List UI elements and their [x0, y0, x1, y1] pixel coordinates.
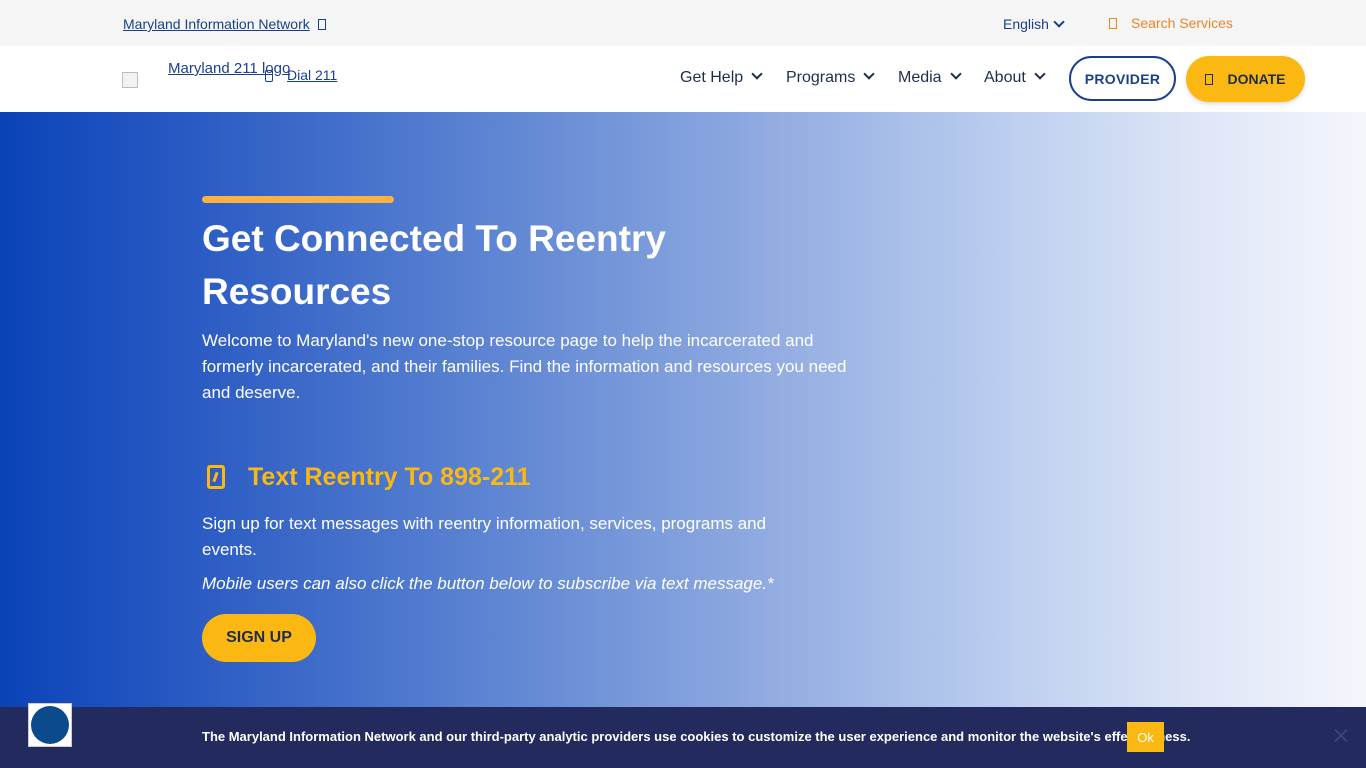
cookie-message: The Maryland Information Network and our… — [202, 729, 1191, 744]
hero-intro: Welcome to Maryland's new one-stop resou… — [202, 331, 847, 402]
text-reentry-heading: Text Reentry To 898-211 — [207, 463, 531, 491]
chevron-down-icon — [949, 68, 962, 80]
heart-icon — [1205, 73, 1214, 85]
network-link-label: Maryland Information Network — [123, 16, 310, 32]
chevron-down-icon — [1034, 68, 1046, 80]
donate-button[interactable]: DONATE — [1186, 56, 1305, 102]
mobile-phone-icon — [207, 465, 225, 489]
broken-logo-image-icon[interactable] — [122, 72, 138, 88]
search-services-label: Search Services — [1131, 15, 1233, 31]
nav-item-label: Get Help — [680, 69, 744, 86]
phone-icon — [265, 70, 273, 82]
mobile-note: Mobile users can also click the button b… — [202, 574, 774, 593]
accessibility-widget-button[interactable] — [28, 703, 72, 747]
accent-bar — [202, 196, 394, 203]
chevron-down-icon — [863, 68, 876, 80]
signup-description: Sign up for text messages with reentry i… — [202, 514, 767, 559]
accessibility-icon — [31, 706, 69, 744]
nav-item-get-help[interactable]: Get Help — [680, 68, 763, 87]
nav-item-about[interactable]: About — [984, 68, 1046, 87]
nav-item-label: Programs — [786, 69, 856, 86]
external-link-icon — [317, 19, 326, 30]
provider-button[interactable]: PROVIDER — [1069, 56, 1176, 101]
page-title: Get Connected To Reentry Resources — [202, 218, 666, 312]
hero-section: Get Connected To Reentry Resources Welco… — [0, 112, 1366, 768]
main-navigation: Maryland 211 logo Dial 211 Get Help Prog… — [0, 46, 1366, 112]
dial-211-label: Dial 211 — [287, 67, 338, 83]
text-reentry-label: Text Reentry To 898-211 — [248, 462, 531, 491]
maryland-information-network-link[interactable]: Maryland Information Network — [123, 16, 326, 32]
close-icon[interactable] — [1334, 728, 1348, 742]
donate-label: DONATE — [1227, 71, 1286, 87]
chevron-down-icon — [751, 68, 763, 80]
language-selector[interactable]: English — [1003, 16, 1065, 32]
nav-item-label: Media — [898, 69, 942, 86]
nav-item-label: About — [984, 69, 1026, 86]
language-label: English — [1003, 16, 1049, 32]
dial-211-link[interactable]: Dial 211 — [265, 67, 337, 83]
search-icon — [1109, 18, 1117, 29]
nav-item-media[interactable]: Media — [898, 68, 962, 87]
utility-bar: Maryland Information Network English Sea… — [0, 0, 1366, 46]
nav-item-programs[interactable]: Programs — [786, 68, 876, 87]
chevron-down-icon — [1053, 16, 1065, 28]
cookie-ok-button[interactable]: Ok — [1127, 722, 1164, 752]
search-services-link[interactable]: Search Services — [1109, 15, 1233, 31]
sign-up-button[interactable]: SIGN UP — [202, 614, 316, 662]
cookie-banner: The Maryland Information Network and our… — [0, 707, 1366, 768]
